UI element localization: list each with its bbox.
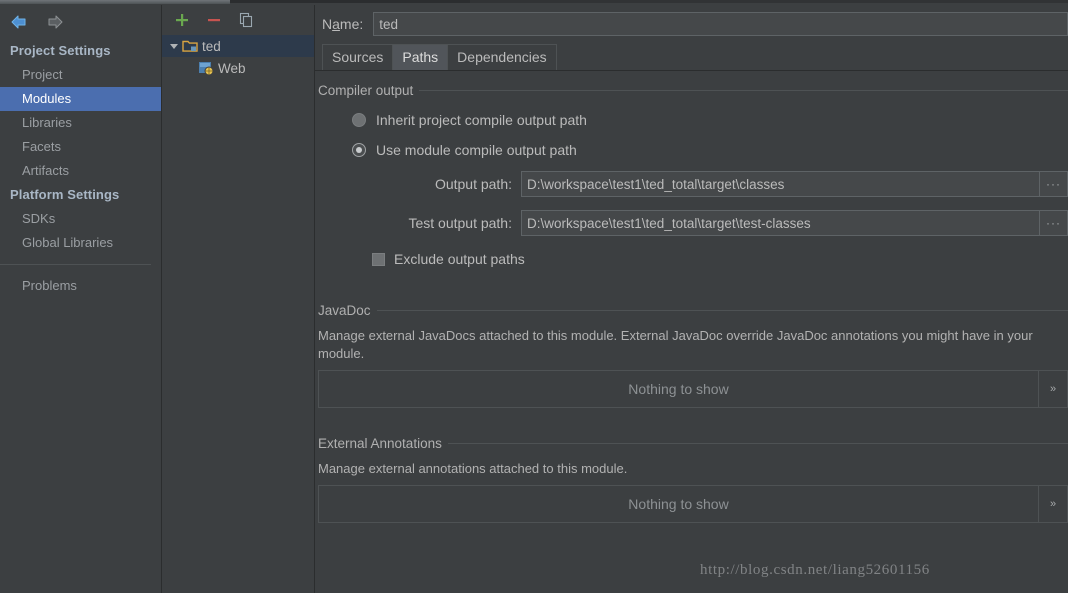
tree-node-label: ted	[202, 38, 221, 54]
use-module-output-path-option[interactable]: Use module compile output path	[315, 142, 1068, 158]
navigation-arrows	[0, 5, 161, 39]
test-output-path-browse-button[interactable]: ···	[1040, 210, 1068, 236]
back-button[interactable]	[6, 10, 32, 34]
radio-inherit-output-label: Inherit project compile output path	[376, 112, 587, 128]
tab-dependencies[interactable]: Dependencies	[447, 44, 557, 70]
module-editor-pane: Name: ted Sources Paths Dependencies Com…	[315, 5, 1068, 593]
radio-use-module-output-label: Use module compile output path	[376, 142, 577, 158]
external-annotations-expand-button[interactable]: »	[1038, 486, 1067, 522]
tab-paths[interactable]: Paths	[392, 44, 449, 70]
arrow-left-icon	[11, 15, 26, 29]
output-path-label: Output path:	[434, 176, 512, 192]
output-path-value: D:\workspace\test1\ted_total\target\clas…	[527, 176, 785, 192]
tree-node-web[interactable]: Web	[162, 57, 314, 79]
plus-icon	[176, 14, 188, 26]
chrome-highlight-right	[470, 0, 1068, 3]
group-separator-line	[376, 310, 1068, 311]
module-tree: ted Web	[162, 35, 314, 593]
javadoc-group-header: JavaDoc	[315, 303, 1068, 318]
sidebar-item-sdks[interactable]: SDKs	[0, 207, 161, 231]
radio-inherit-output[interactable]	[352, 113, 366, 127]
copy-icon	[239, 12, 253, 28]
compiler-output-group-header: Compiler output	[315, 83, 1068, 98]
remove-module-button[interactable]	[204, 10, 224, 30]
module-name-row: Name: ted	[315, 5, 1068, 43]
chevron-down-icon[interactable]	[166, 41, 182, 51]
paths-panel: Compiler output Inherit project compile …	[315, 71, 1068, 593]
test-output-path-input[interactable]: D:\workspace\test1\ted_total\target\test…	[521, 210, 1040, 236]
module-name-value: ted	[379, 16, 399, 32]
sidebar-group-project-settings: Project Settings	[10, 43, 111, 58]
tree-node-ted[interactable]: ted	[162, 35, 314, 57]
external-annotations-empty-text: Nothing to show	[628, 496, 729, 512]
exclude-output-paths-row[interactable]: Exclude output paths	[315, 251, 1068, 267]
javadoc-description: Manage external JavaDocs attached to thi…	[318, 328, 1033, 361]
module-name-label: Name:	[322, 16, 364, 32]
external-annotations-group-header: External Annotations	[315, 436, 1068, 451]
chrome-highlight-mid	[230, 0, 470, 3]
javadoc-title: JavaDoc	[318, 303, 371, 318]
module-folder-icon	[182, 39, 198, 53]
forward-button[interactable]	[42, 10, 68, 34]
test-output-path-value: D:\workspace\test1\ted_total\target\test…	[527, 215, 811, 231]
sidebar-divider	[0, 264, 151, 265]
settings-sidebar: Project Settings Project Modules Librari…	[0, 5, 162, 593]
compiler-output-title: Compiler output	[318, 83, 414, 98]
output-path-input[interactable]: D:\workspace\test1\ted_total\target\clas…	[521, 171, 1040, 197]
module-tree-toolbar	[162, 5, 314, 35]
group-separator-line	[419, 90, 1068, 91]
sidebar-item-modules[interactable]: Modules	[0, 87, 161, 111]
sidebar-item-libraries[interactable]: Libraries	[0, 111, 161, 135]
test-output-path-row: Test output path: D:\workspace\test1\ted…	[315, 210, 1068, 236]
web-facet-icon	[198, 61, 214, 75]
chrome-highlight-left	[0, 0, 230, 4]
javadoc-list[interactable]: Nothing to show »	[318, 370, 1068, 408]
module-tree-pane: ted Web	[162, 5, 315, 593]
sidebar-item-project[interactable]: Project	[0, 63, 161, 87]
test-output-path-label: Test output path:	[408, 215, 512, 231]
tree-node-label: Web	[218, 60, 246, 76]
project-structure-dialog: Project Settings Project Modules Librari…	[0, 0, 1068, 593]
external-annotations-description: Manage external annotations attached to …	[318, 461, 628, 476]
sidebar-item-facets[interactable]: Facets	[0, 135, 161, 159]
sidebar-group-platform-settings: Platform Settings	[10, 187, 120, 202]
module-name-input[interactable]: ted	[373, 12, 1068, 36]
output-path-browse-button[interactable]: ···	[1040, 171, 1068, 197]
module-tabs: Sources Paths Dependencies	[315, 43, 1068, 71]
javadoc-empty-text: Nothing to show	[628, 381, 729, 397]
dialog-body: Project Settings Project Modules Librari…	[0, 5, 1068, 593]
copy-module-button[interactable]	[236, 10, 256, 30]
arrow-right-icon	[48, 15, 63, 29]
sidebar-item-artifacts[interactable]: Artifacts	[0, 159, 161, 183]
external-annotations-title: External Annotations	[318, 436, 442, 451]
javadoc-expand-button[interactable]: »	[1038, 371, 1067, 407]
sidebar-item-global-libraries[interactable]: Global Libraries	[0, 231, 161, 255]
tab-sources[interactable]: Sources	[322, 44, 394, 70]
output-path-row: Output path: D:\workspace\test1\ted_tota…	[315, 171, 1068, 197]
inherit-output-path-option[interactable]: Inherit project compile output path	[315, 112, 1068, 128]
radio-use-module-output[interactable]	[352, 143, 366, 157]
minus-icon	[208, 19, 220, 22]
group-separator-line	[447, 443, 1068, 444]
external-annotations-list[interactable]: Nothing to show »	[318, 485, 1068, 523]
add-module-button[interactable]	[172, 10, 192, 30]
sidebar-item-problems[interactable]: Problems	[0, 274, 161, 298]
exclude-output-paths-label: Exclude output paths	[394, 251, 525, 267]
exclude-output-paths-checkbox[interactable]	[372, 252, 385, 266]
